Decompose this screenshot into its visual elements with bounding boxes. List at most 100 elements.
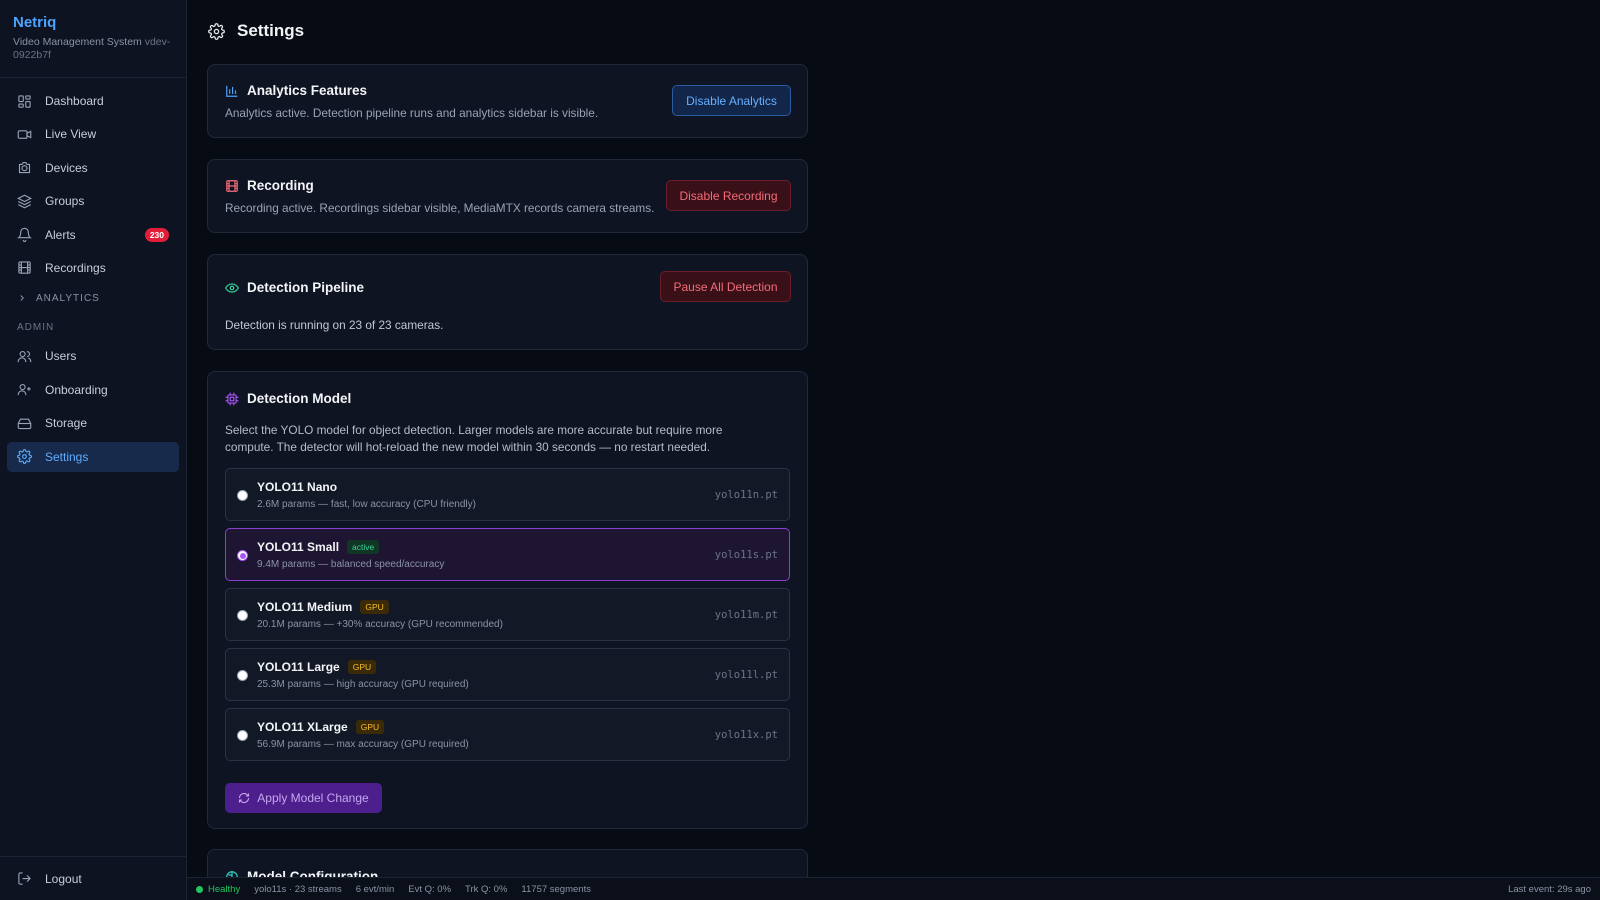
logout-label: Logout xyxy=(45,871,82,886)
bell-icon xyxy=(17,227,32,242)
camera-icon xyxy=(17,160,32,175)
model-radio[interactable] xyxy=(237,490,248,501)
model-option-xlarge[interactable]: YOLO11 XLarge GPU 56.9M params — max accu… xyxy=(225,708,790,761)
recording-card-title: Recording xyxy=(247,178,314,193)
model-card-header: Detection Model xyxy=(225,391,351,406)
model-configuration-card: Model Configuration xyxy=(207,849,808,877)
brain-icon xyxy=(225,870,239,877)
hard-drive-icon xyxy=(17,416,32,431)
sidebar-item-label: Live View xyxy=(45,127,97,142)
model-radio[interactable] xyxy=(237,730,248,741)
pipeline-card-header: Detection Pipeline xyxy=(225,280,364,295)
model-option-file: yolo11s.pt xyxy=(714,549,778,561)
analytics-card-title: Analytics Features xyxy=(247,83,368,98)
model-option-nano[interactable]: YOLO11 Nano 2.6M params — fast, low accu… xyxy=(225,468,790,521)
video-icon xyxy=(17,127,32,142)
page-title: Settings xyxy=(237,21,305,40)
cpu-icon xyxy=(225,392,239,406)
model-radio-selected[interactable] xyxy=(237,550,248,561)
pipeline-card-description: Detection is running on 23 of 23 cameras… xyxy=(225,318,444,332)
sidebar-item-label: Alerts xyxy=(45,227,76,242)
gpu-badge: GPU xyxy=(347,660,377,674)
model-option-desc: 2.6M params — fast, low accuracy (CPU fr… xyxy=(257,499,476,510)
brand-subtitle: Video Management System vdev-0922b7f xyxy=(13,36,173,62)
model-option-name: YOLO11 XLarge GPU xyxy=(257,720,385,734)
disable-recording-button[interactable]: Disable Recording xyxy=(666,180,791,211)
health-status: Healthy xyxy=(208,883,241,895)
brand-name[interactable]: Netriq xyxy=(13,14,173,31)
model-card-title: Detection Model xyxy=(247,391,352,406)
model-option-file: yolo11m.pt xyxy=(714,609,778,621)
recording-card-description: Recording active. Recordings sidebar vis… xyxy=(225,201,655,215)
analytics-card-header: Analytics Features xyxy=(225,83,367,98)
model-option-file: yolo11l.pt xyxy=(714,669,778,681)
sidebar-item-label: Users xyxy=(45,349,77,364)
film-icon xyxy=(17,260,32,275)
sidebar-item-dashboard[interactable]: Dashboard xyxy=(7,86,179,116)
users-icon xyxy=(17,349,32,364)
status-last-event: Last event: 29s ago xyxy=(1508,883,1591,895)
sidebar-item-storage[interactable]: Storage xyxy=(7,408,179,438)
pipeline-card-title: Detection Pipeline xyxy=(247,280,365,295)
gpu-badge: GPU xyxy=(360,600,389,614)
sidebar-item-devices[interactable]: Devices xyxy=(7,153,179,183)
logout-button[interactable]: Logout xyxy=(7,864,179,894)
detection-model-card: Detection Model Select the YOLO model fo… xyxy=(207,371,808,829)
alerts-count-badge: 230 xyxy=(144,227,169,242)
film-icon xyxy=(225,179,239,193)
page-header: Settings xyxy=(208,21,304,41)
model-config-header: Model Configuration xyxy=(225,869,378,877)
model-name-text: YOLO11 Large xyxy=(257,660,340,674)
brand-subtitle-text: Video Management System xyxy=(13,36,142,48)
disable-analytics-button[interactable]: Disable Analytics xyxy=(672,85,791,116)
model-option-name: YOLO11 Medium GPU xyxy=(257,600,389,614)
sidebar-item-settings[interactable]: Settings xyxy=(7,441,179,472)
model-radio[interactable] xyxy=(237,610,248,621)
gpu-badge: GPU xyxy=(355,720,385,734)
model-card-description: Select the YOLO model for object detecti… xyxy=(225,423,723,454)
sidebar-group-label: ANALYTICS xyxy=(36,292,100,304)
brand: Netriq Video Management System vdev-0922… xyxy=(0,0,186,78)
status-bar: Healthy yolo11s · 23 streams 6 evt/min E… xyxy=(187,877,1600,900)
sidebar-item-label: Groups xyxy=(45,194,85,209)
sidebar-footer: Logout xyxy=(0,856,186,900)
model-option-desc: 20.1M params — +30% accuracy (GPU recomm… xyxy=(257,619,503,630)
eye-icon xyxy=(225,281,239,295)
sidebar-item-recordings[interactable]: Recordings xyxy=(7,253,179,283)
sidebar-item-onboarding[interactable]: Onboarding xyxy=(7,375,179,405)
sidebar-item-live-view[interactable]: Live View xyxy=(7,119,179,149)
model-option-file: yolo11n.pt xyxy=(714,489,778,501)
sidebar-item-label: Dashboard xyxy=(45,94,104,108)
sidebar-item-label: Storage xyxy=(45,416,88,431)
model-option-large[interactable]: YOLO11 Large GPU 25.3M params — high accu… xyxy=(225,648,790,701)
sidebar-item-users[interactable]: Users xyxy=(7,341,179,371)
status-track-queue: Trk Q: 0% xyxy=(465,883,508,895)
model-radio[interactable] xyxy=(237,670,248,681)
status-segments: 11757 segments xyxy=(521,883,591,895)
model-config-title: Model Configuration xyxy=(247,869,379,877)
model-option-desc: 9.4M params — balanced speed/accuracy xyxy=(257,559,445,570)
refresh-icon xyxy=(238,792,250,804)
chevron-right-icon xyxy=(17,293,27,303)
sidebar-item-label: Recordings xyxy=(45,260,106,275)
model-name-text: YOLO11 Nano xyxy=(257,480,338,494)
apply-model-label: Apply Model Change xyxy=(257,791,369,805)
model-option-small[interactable]: YOLO11 Small active 9.4M params — balance… xyxy=(225,528,790,581)
sidebar-item-label: Onboarding xyxy=(45,382,108,397)
sidebar-item-alerts[interactable]: Alerts 230 xyxy=(7,220,179,250)
model-option-name: YOLO11 Small active xyxy=(257,540,380,554)
status-event-rate: 6 evt/min xyxy=(355,883,395,895)
model-option-desc: 25.3M params — high accuracy (GPU requir… xyxy=(257,679,469,690)
sidebar-item-label: Settings xyxy=(45,449,89,464)
sidebar-item-groups[interactable]: Groups xyxy=(7,186,179,216)
sidebar: Netriq Video Management System vdev-0922… xyxy=(0,0,187,900)
gear-icon xyxy=(17,449,32,464)
apply-model-change-button[interactable]: Apply Model Change xyxy=(225,783,382,813)
pause-all-detection-button[interactable]: Pause All Detection xyxy=(660,271,791,302)
sidebar-group-analytics[interactable]: ANALYTICS xyxy=(7,286,179,310)
model-option-medium[interactable]: YOLO11 Medium GPU 20.1M params — +30% acc… xyxy=(225,588,790,641)
dashboard-icon xyxy=(17,94,32,109)
status-event-queue: Evt Q: 0% xyxy=(408,883,452,895)
model-option-file: yolo11x.pt xyxy=(714,729,778,741)
analytics-card-description: Analytics active. Detection pipeline run… xyxy=(225,106,599,120)
